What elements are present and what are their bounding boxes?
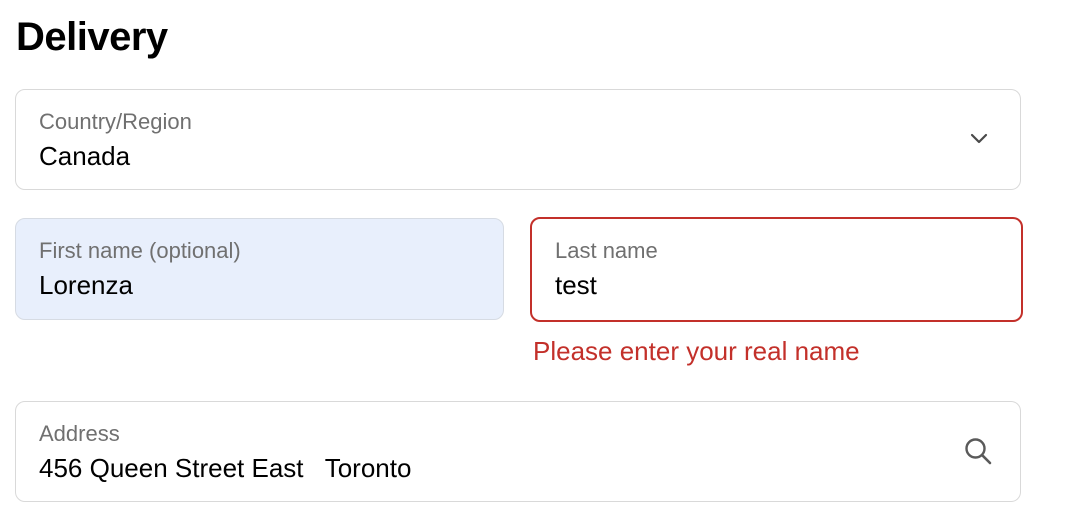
first-name-label: First name (optional) [39, 238, 241, 263]
page-title: Delivery [16, 15, 168, 59]
search-icon[interactable] [962, 435, 994, 467]
last-name-value: test [555, 270, 597, 300]
first-name-value: Lorenza [39, 270, 133, 300]
address-label: Address [39, 421, 120, 446]
last-name-field[interactable]: Last name test [530, 217, 1023, 322]
chevron-down-icon [970, 133, 988, 144]
address-value: 456 Queen Street East Toronto [39, 453, 412, 483]
country-value: Canada [39, 141, 131, 171]
address-field[interactable]: Address 456 Queen Street East Toronto [15, 401, 1021, 502]
country-label: Country/Region [39, 109, 192, 134]
country-select[interactable]: Country/Region Canada [15, 89, 1021, 190]
last-name-error: Please enter your real name [533, 336, 860, 366]
first-name-field[interactable]: First name (optional) Lorenza [15, 218, 504, 320]
last-name-label: Last name [555, 238, 658, 263]
